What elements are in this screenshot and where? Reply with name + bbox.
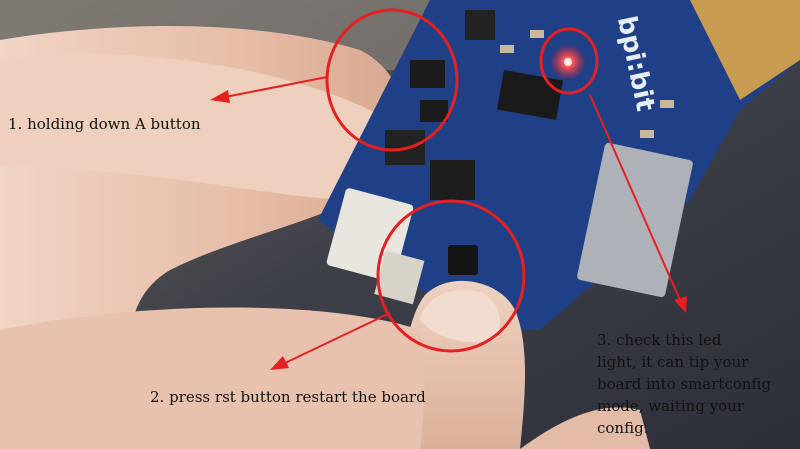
annotation-step2: 2. press rst button restart the board <box>150 388 426 406</box>
annotation-step3-line: mode, waiting your <box>597 397 745 415</box>
annotation-step3: 3. check this led light, it can tip your… <box>597 329 797 439</box>
annotation-step3-line: light, it can tip your <box>597 353 749 371</box>
annotation-step3-line: board into smartconfig <box>597 375 772 393</box>
annotation-step1: 1. holding down A button <box>8 115 201 133</box>
annotation-step3-line: config. <box>597 419 649 437</box>
rst-button <box>448 245 478 275</box>
lower-hand <box>0 307 425 449</box>
annotation-step3-line: 3. check this led <box>597 331 722 349</box>
